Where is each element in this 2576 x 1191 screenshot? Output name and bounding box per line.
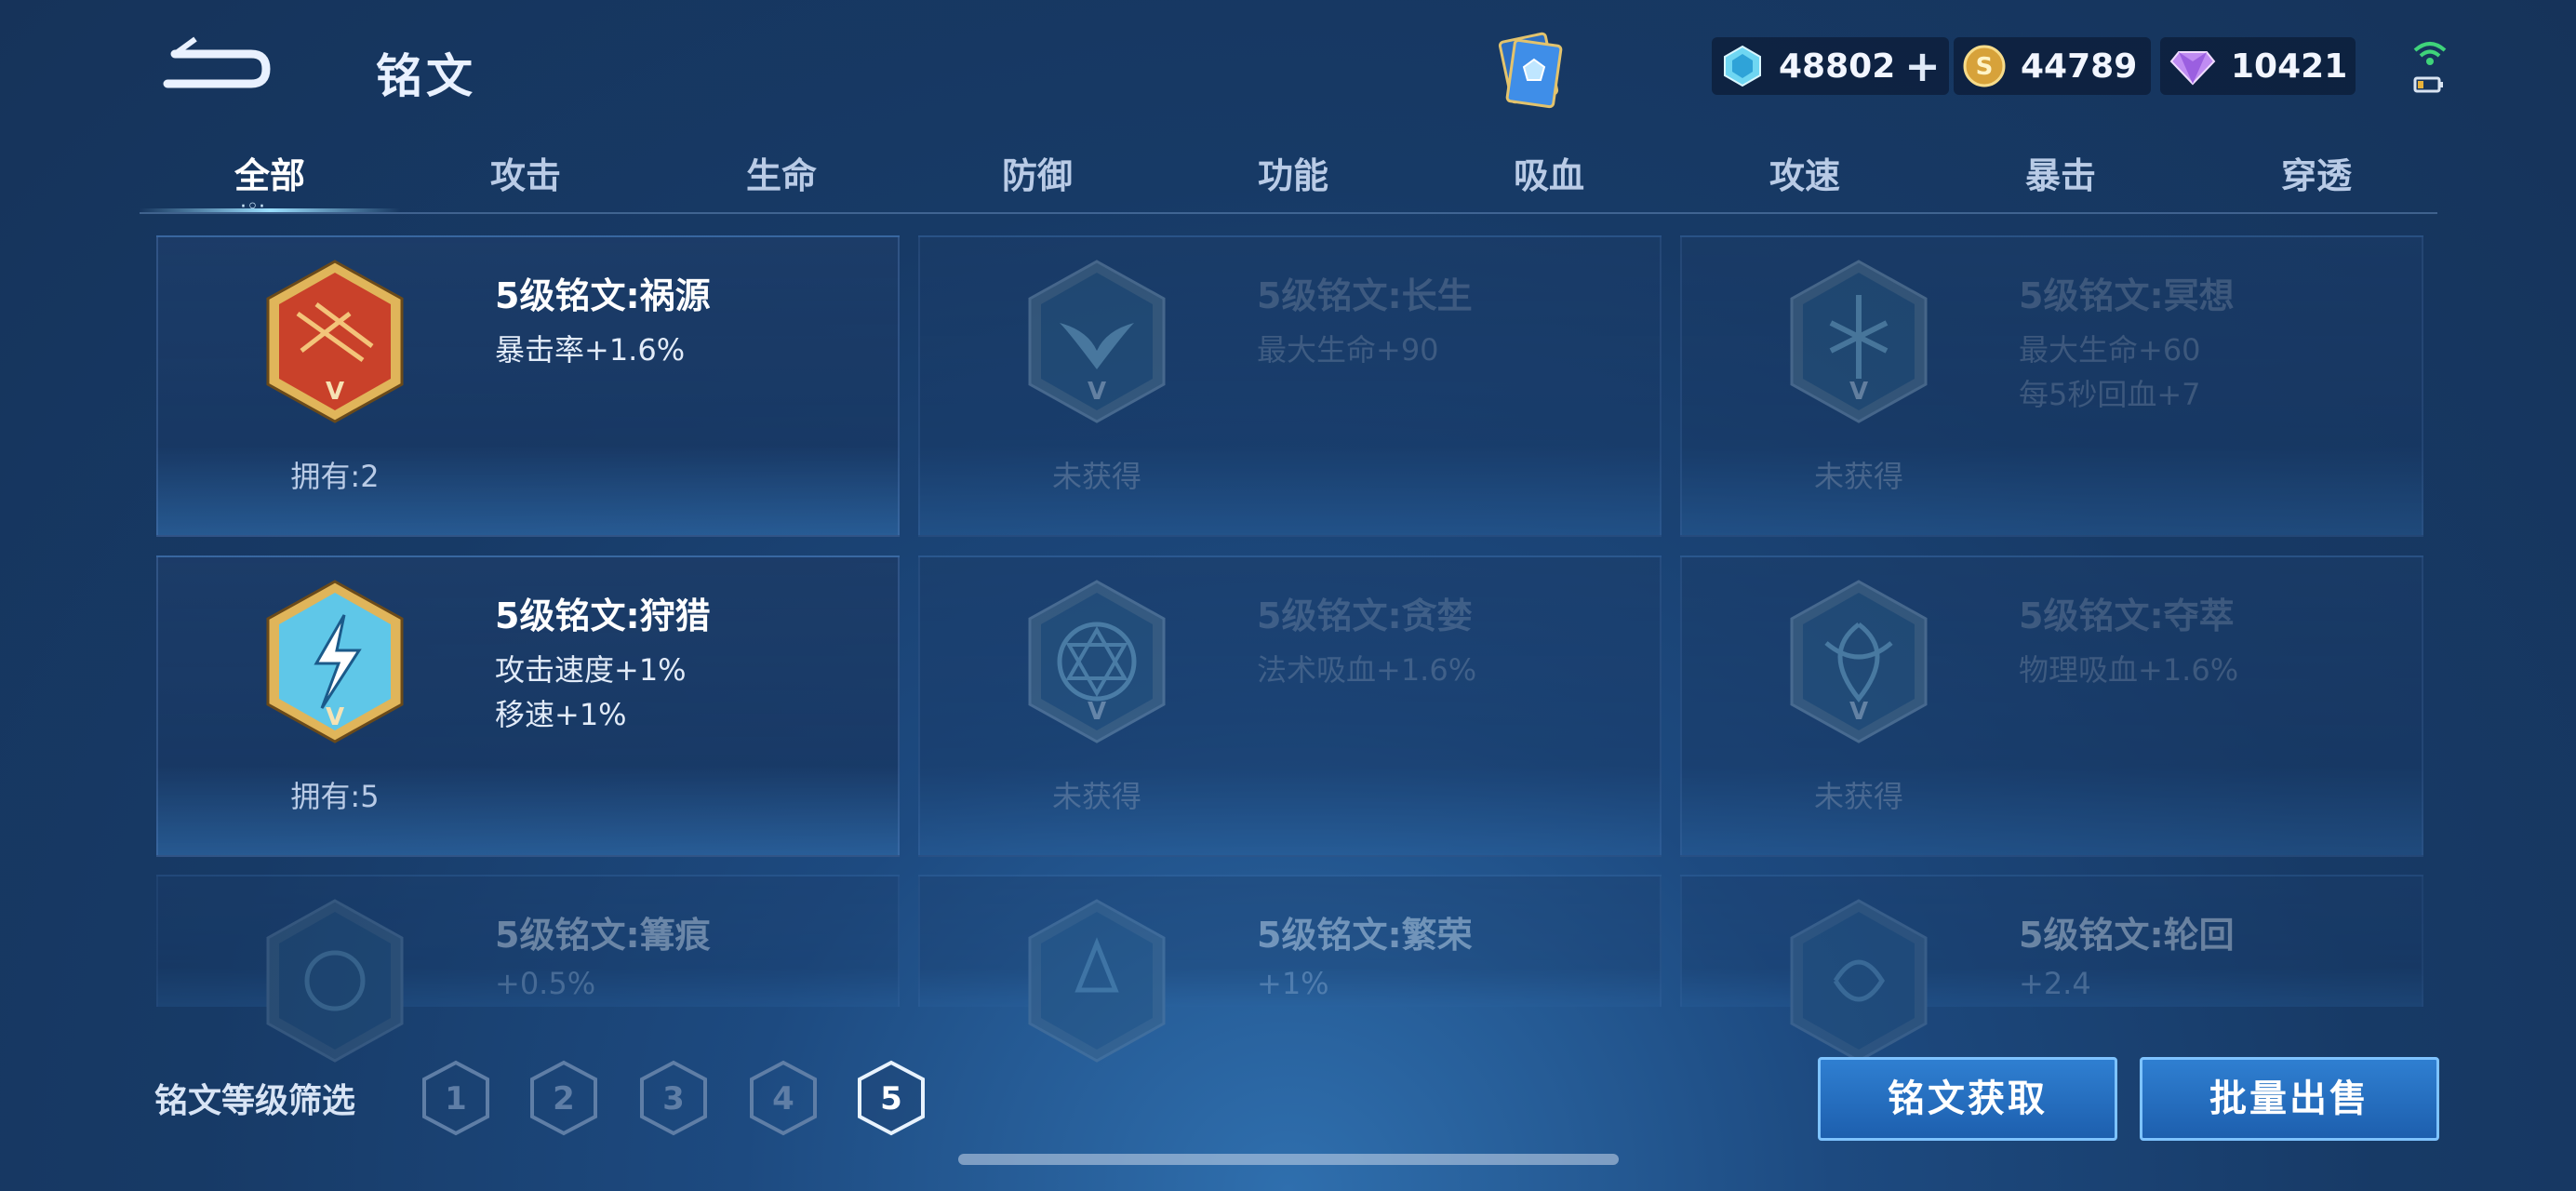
- rune-emblem-icon: [266, 899, 404, 1063]
- rune-owned-count: 拥有:5: [290, 779, 380, 814]
- level-filter-5[interactable]: 5: [856, 1059, 927, 1137]
- category-tabs: 全部 攻击 生命 防御 功能 吸血 攻速 暴击 穿透 ·◦·: [130, 140, 2419, 219]
- svg-text:V: V: [1849, 378, 1868, 406]
- level-filter-label: 铭文等级筛选: [154, 1082, 356, 1120]
- gold-coin-icon: S: [1963, 45, 2006, 87]
- svg-text:1: 1: [445, 1080, 467, 1117]
- active-tab-dots-icon: ·◦·: [240, 195, 265, 219]
- rune-owned-status: 未获得: [1813, 779, 1903, 814]
- svg-text:4: 4: [772, 1080, 794, 1117]
- rune-card[interactable]: V 5级铭文:贪婪 法术吸血+1.6% 未获得: [918, 555, 1662, 857]
- rune-name: 5级铭文:贪婪: [1257, 596, 1473, 636]
- level-filter-2[interactable]: 2: [528, 1059, 599, 1137]
- rune-page-icon[interactable]: [1488, 28, 1572, 112]
- rune-card[interactable]: V 5级铭文:狩猎 攻击速度+1% 移速+1% 拥有:5: [156, 555, 900, 857]
- back-arrow-icon: [163, 36, 271, 88]
- rune-card[interactable]: 5级铭文:繁荣 +1%: [918, 875, 1662, 1063]
- svg-text:5: 5: [880, 1080, 902, 1117]
- svg-text:S: S: [1976, 53, 1994, 81]
- svg-text:3: 3: [662, 1080, 685, 1117]
- rune-name: 5级铭文:夺萃: [2019, 596, 2235, 636]
- level-filter-3[interactable]: 3: [638, 1059, 709, 1137]
- gem-value: 48802: [1779, 47, 1896, 86]
- level-filter-4[interactable]: 4: [748, 1059, 819, 1137]
- rune-emblem-icon: V: [266, 580, 404, 743]
- diamond-currency: 10421: [2160, 37, 2356, 95]
- tab-penetration[interactable]: 穿透: [2205, 147, 2428, 198]
- svg-text:V: V: [1849, 698, 1868, 726]
- rune-emblem-icon: V: [1790, 260, 1928, 423]
- network-status-icon: [2409, 35, 2450, 100]
- rune-card[interactable]: V 5级铭文:祸源 暴击率+1.6% 拥有:2: [156, 235, 900, 537]
- rune-attribute: 最大生命+90: [1257, 332, 1439, 368]
- blue-crystal-icon: [1724, 45, 1761, 87]
- rune-name: 5级铭文:轮回: [2019, 915, 2235, 956]
- rune-card[interactable]: 5级铭文:篝痕 +0.5%: [156, 875, 900, 1063]
- rune-emblem-icon: V: [1790, 580, 1928, 743]
- tab-defense[interactable]: 防御: [926, 147, 1149, 198]
- rune-attribute: +1%: [1257, 966, 1329, 1001]
- tab-utility[interactable]: 功能: [1181, 147, 1405, 198]
- rune-attribute: 物理吸血+1.6%: [2019, 652, 2239, 688]
- rune-emblem-icon: V: [1028, 580, 1166, 743]
- tabs-divider: [140, 212, 2437, 214]
- tab-health[interactable]: 生命: [670, 147, 893, 198]
- rune-attribute: 暴击率+1.6%: [495, 332, 686, 368]
- emblem-numeral: V: [326, 378, 344, 406]
- bulk-sell-button[interactable]: 批量出售: [2140, 1057, 2439, 1141]
- tab-critical[interactable]: 暴击: [1949, 147, 2172, 198]
- rune-emblem-icon: [1028, 899, 1166, 1063]
- level-filter-1[interactable]: 1: [420, 1059, 491, 1137]
- purple-diamond-icon: [2169, 51, 2216, 86]
- rune-card[interactable]: V 5级铭文:冥想 最大生命+60 每5秒回血+7 未获得: [1680, 235, 2423, 537]
- rune-name: 5级铭文:篝痕: [495, 915, 711, 956]
- rune-emblem-icon: [1790, 899, 1928, 1063]
- rune-card[interactable]: V 5级铭文:长生 最大生命+90 未获得: [918, 235, 1662, 537]
- back-button[interactable]: [158, 26, 279, 100]
- rune-attribute: 法术吸血+1.6%: [1257, 652, 1477, 688]
- rune-name: 5级铭文:冥想: [2019, 275, 2235, 316]
- rune-owned-status: 未获得: [1051, 779, 1141, 814]
- rune-name: 5级铭文:繁荣: [1257, 915, 1473, 956]
- gold-value: 44789: [2021, 47, 2138, 86]
- rune-owned-status: 未获得: [1813, 459, 1903, 494]
- tab-attack[interactable]: 攻击: [414, 147, 637, 198]
- add-gem-button[interactable]: +: [1904, 45, 1941, 87]
- rune-emblem-icon: V: [266, 260, 404, 423]
- tab-all[interactable]: 全部: [158, 147, 381, 198]
- rune-attribute: 攻击速度+1%: [495, 652, 687, 688]
- rune-owned-status: 未获得: [1051, 459, 1141, 494]
- svg-text:V: V: [326, 703, 344, 731]
- svg-text:2: 2: [553, 1080, 575, 1117]
- rune-owned-count: 拥有:2: [290, 459, 380, 494]
- rune-name: 5级铭文:长生: [1257, 275, 1473, 316]
- home-indicator[interactable]: [958, 1154, 1619, 1165]
- gem-currency: 48802 +: [1712, 37, 1949, 95]
- gold-currency: S 44789: [1954, 37, 2151, 95]
- rune-attribute: +0.5%: [495, 966, 596, 1001]
- rune-name: 5级铭文:祸源: [495, 275, 711, 316]
- rune-attribute: 移速+1%: [495, 697, 627, 732]
- page-title: 铭文: [376, 49, 476, 103]
- rune-card[interactable]: V 5级铭文:夺萃 物理吸血+1.6% 未获得: [1680, 555, 2423, 857]
- rune-emblem-icon: V: [1028, 260, 1166, 423]
- tab-attack-speed[interactable]: 攻速: [1693, 147, 1916, 198]
- tab-lifesteal[interactable]: 吸血: [1437, 147, 1661, 198]
- rune-attribute: +2.4: [2019, 966, 2091, 1001]
- diamond-value: 10421: [2231, 47, 2348, 86]
- rune-attribute: 每5秒回血+7: [2019, 377, 2201, 412]
- svg-text:V: V: [1088, 698, 1106, 726]
- svg-text:V: V: [1088, 378, 1106, 406]
- rune-card[interactable]: 5级铭文:轮回 +2.4: [1680, 875, 2423, 1063]
- rune-name: 5级铭文:狩猎: [495, 596, 711, 636]
- rune-acquire-button[interactable]: 铭文获取: [1818, 1057, 2117, 1141]
- rune-attribute: 最大生命+60: [2019, 332, 2201, 368]
